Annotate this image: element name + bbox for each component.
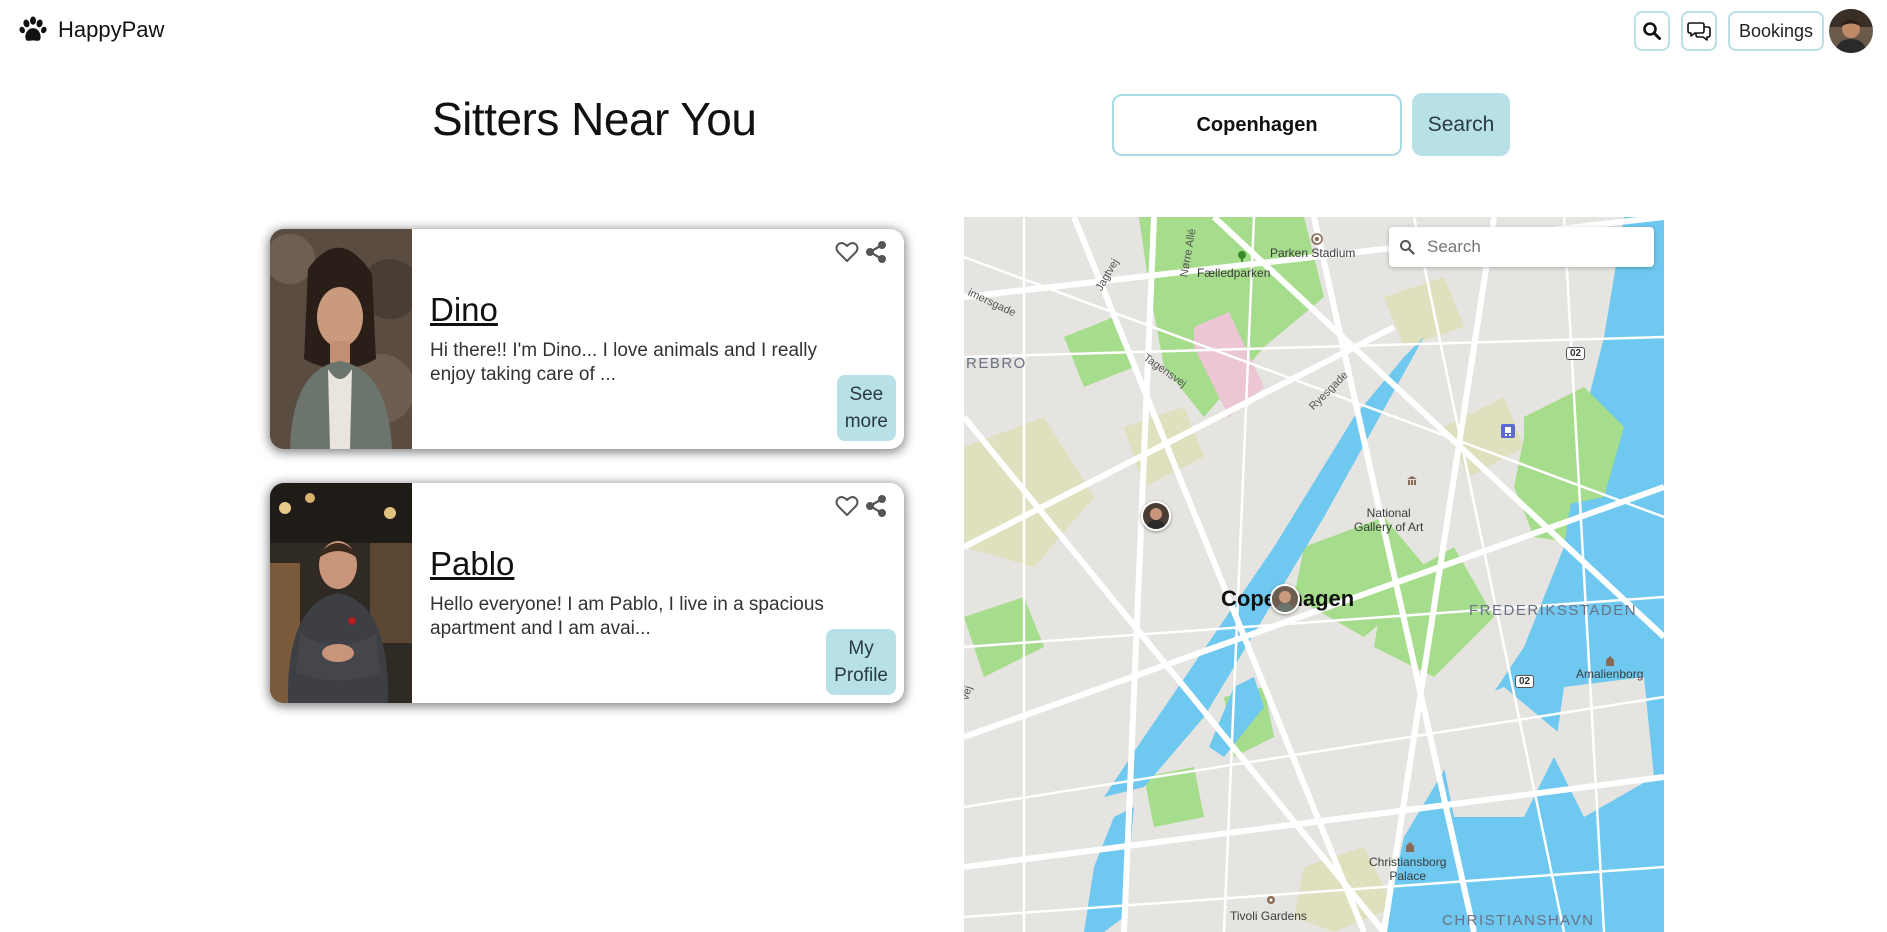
map-search-box[interactable]: [1389, 227, 1654, 267]
map-label-faelledparken: Fælledparken: [1197, 266, 1271, 280]
map-label-christiansborg: Christiansborg Palace: [1369, 855, 1447, 883]
castle-icon: [1606, 656, 1614, 666]
sitter-card: Dino Hi there!! I'm Dino... I love anima…: [270, 229, 904, 449]
brand-name: HappyPaw: [58, 17, 165, 42]
sitter-name[interactable]: Pablo: [430, 545, 514, 583]
page-title: Sitters Near You: [432, 93, 757, 145]
share-icon[interactable]: [863, 493, 889, 519]
bookings-button[interactable]: Bookings: [1728, 11, 1825, 51]
route-shield: 02: [1566, 347, 1586, 360]
sitter-name[interactable]: Dino: [430, 291, 498, 329]
sitter-card: Pablo Hello everyone! I am Pablo, I live…: [270, 483, 904, 703]
map-label-christianshavn: CHRISTIANSHAVN: [1442, 912, 1595, 929]
marker-avatar: [1143, 503, 1169, 529]
sitter-description: Hi there!! I'm Dino... I love animals an…: [430, 340, 817, 385]
paw-icon: [19, 16, 47, 41]
top-navbar: HappyPaw Bookings: [0, 0, 1887, 62]
attraction-icon: [1267, 896, 1275, 904]
map-label-parken: Parken Stadium: [1270, 246, 1356, 260]
messages-nav-button[interactable]: [1681, 11, 1717, 51]
heart-icon[interactable]: [834, 239, 860, 265]
map-label-tivoli: Tivoli Gardens: [1230, 909, 1307, 923]
city-search-input[interactable]: [1112, 94, 1402, 156]
search-icon: [1400, 240, 1415, 255]
stadium-icon: [1311, 233, 1323, 245]
map-label-frederiksstaden: FREDERIKSSTADEN: [1469, 602, 1638, 619]
sitter-description: Hello everyone! I am Pablo, I live in a …: [430, 594, 824, 639]
heart-icon[interactable]: [834, 493, 860, 519]
map-label-norrebro: REBRO: [966, 355, 1027, 372]
see-more-button[interactable]: See more: [836, 375, 896, 441]
castle-icon: [1406, 842, 1414, 852]
chat-icon: [1687, 22, 1711, 41]
map-tiles: [964, 217, 1664, 932]
search-nav-button[interactable]: [1634, 11, 1670, 51]
map-label-amalienborg: Amalienborg: [1576, 667, 1644, 681]
search-button[interactable]: Search: [1412, 93, 1510, 156]
avatar-image: [1829, 9, 1873, 53]
route-shield: 02: [1515, 675, 1535, 688]
user-avatar[interactable]: [1829, 9, 1873, 53]
sitter-map-marker[interactable]: [1270, 584, 1300, 614]
map-search-input[interactable]: [1425, 236, 1629, 258]
sitter-map-marker[interactable]: [1141, 501, 1171, 531]
marker-avatar: [1272, 586, 1298, 612]
sitter-photo: [270, 229, 412, 449]
brand-logo[interactable]: HappyPaw: [18, 14, 164, 46]
search-icon: [1643, 22, 1661, 40]
my-profile-button[interactable]: My Profile: [826, 629, 896, 695]
share-icon[interactable]: [863, 239, 889, 265]
train-station-icon: [1501, 424, 1515, 438]
map-label-national-gallery: National Gallery of Art: [1354, 506, 1424, 534]
museum-icon: [1407, 476, 1417, 485]
tree-icon: [1238, 251, 1246, 262]
map[interactable]: Parken Stadium Fælledparken Nørre Allé J…: [964, 217, 1664, 932]
sitter-photo: [270, 483, 412, 703]
